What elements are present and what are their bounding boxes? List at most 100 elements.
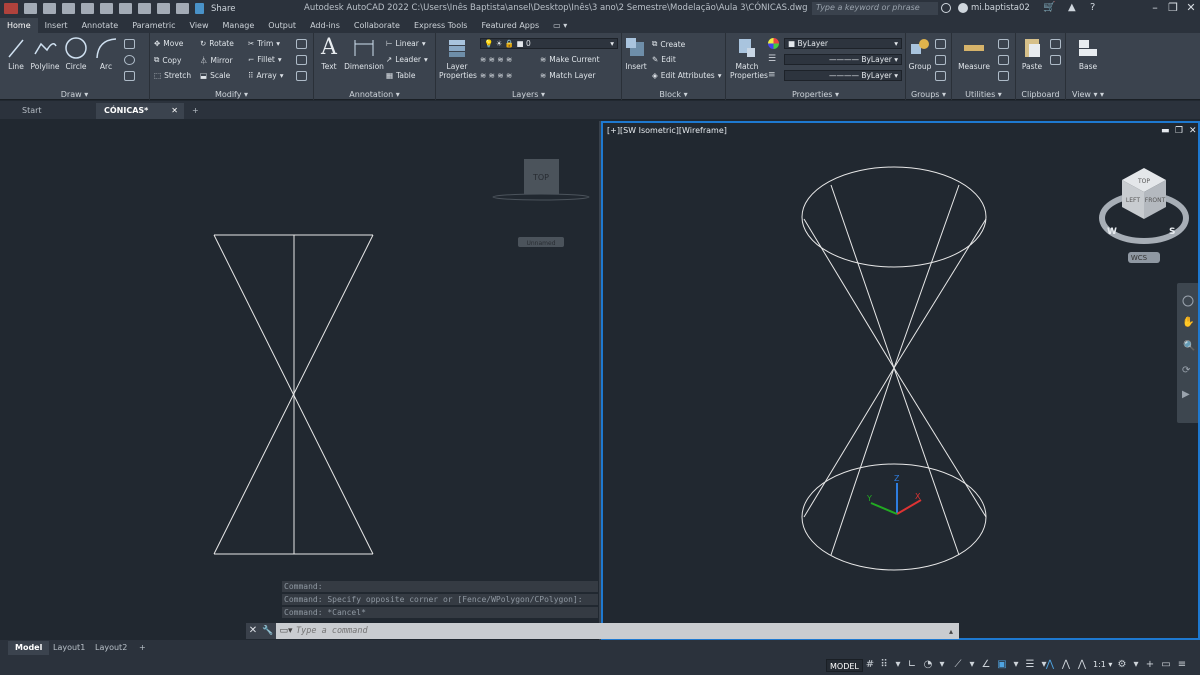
new-icon[interactable] bbox=[24, 3, 37, 14]
linetype-dropdown[interactable]: ———— ByLayer ▾ bbox=[784, 54, 902, 65]
tab-document[interactable]: CÓNICAS* ✕ bbox=[96, 103, 184, 119]
user-icon[interactable] bbox=[958, 3, 968, 13]
calculator-icon[interactable] bbox=[998, 71, 1009, 81]
viewport-top[interactable]: TOP Unnamed bbox=[0, 121, 599, 640]
tab-view[interactable]: View bbox=[183, 18, 216, 33]
layer-tools-row2[interactable]: ≋ ≋ ≋ ≋ bbox=[480, 71, 512, 80]
rectangle-icon[interactable] bbox=[124, 39, 135, 49]
panel-title-block[interactable]: Block ▾ bbox=[622, 90, 725, 99]
annotation-scale-icon[interactable]: ⋀ bbox=[1076, 659, 1088, 671]
copy-button[interactable]: ⧉ Copy bbox=[154, 55, 181, 65]
layer-properties-button[interactable]: Layer Properties bbox=[439, 36, 477, 80]
minimize-icon[interactable]: – bbox=[1148, 1, 1162, 15]
share-icon[interactable] bbox=[195, 3, 204, 14]
command-customize-icon[interactable]: 🔧 bbox=[260, 623, 276, 639]
tab-add-ins[interactable]: Add-ins bbox=[303, 18, 347, 33]
save-as-icon[interactable] bbox=[81, 3, 94, 14]
explode-icon[interactable] bbox=[296, 55, 307, 65]
polar-icon[interactable]: ◔ bbox=[922, 659, 934, 671]
search-input[interactable]: Type a keyword or phrase bbox=[812, 2, 938, 15]
table-button[interactable]: ▦ Table bbox=[386, 71, 416, 80]
scale-button[interactable]: ⬓ Scale bbox=[200, 71, 230, 80]
lineweight-dropdown[interactable]: ———— ByLayer ▾ bbox=[784, 70, 902, 81]
cart-icon[interactable]: 🛒 bbox=[1043, 3, 1055, 13]
mirror-button[interactable]: ⏃ Mirror bbox=[200, 55, 233, 66]
leader-button[interactable]: ↗ Leader ▾ bbox=[386, 55, 428, 64]
annotation-autoscale-icon[interactable]: ⋀ bbox=[1060, 659, 1072, 671]
edit-attributes-button[interactable]: ◈ Edit Attributes ▾ bbox=[652, 71, 721, 80]
color-dropdown[interactable]: ■ ByLayer ▾ bbox=[784, 38, 902, 49]
edit-block-button[interactable]: ✎ Edit bbox=[652, 55, 676, 64]
viewport-restore-icon[interactable]: ❐ bbox=[1175, 126, 1183, 136]
exchange-icon[interactable]: ▲ bbox=[1068, 3, 1078, 13]
object-snap-icon[interactable]: ▣ bbox=[996, 659, 1008, 671]
offset-icon[interactable] bbox=[296, 71, 307, 81]
tab-output[interactable]: Output bbox=[261, 18, 303, 33]
cut-icon[interactable] bbox=[1050, 39, 1061, 49]
group-edit-icon[interactable] bbox=[935, 55, 946, 65]
ribbon-toggle-icon[interactable]: ▭ ▾ bbox=[546, 18, 574, 33]
ungroup-icon[interactable] bbox=[935, 39, 946, 49]
snap-dropdown-icon[interactable]: ▾ bbox=[892, 659, 904, 671]
panel-title-properties[interactable]: Properties ▾ bbox=[726, 90, 905, 99]
line-button[interactable]: Line bbox=[5, 36, 27, 71]
measure-button[interactable]: Measure bbox=[956, 36, 992, 71]
erase-icon[interactable] bbox=[296, 39, 307, 49]
grid-icon[interactable]: # bbox=[864, 659, 876, 671]
drawing-canvas-iso[interactable]: Z X Y TOP LEFT FRONT W S WCS ✋ 🔍 ⟳ ▶ bbox=[603, 123, 1199, 638]
workspace-dropdown-icon[interactable]: ▾ bbox=[1130, 659, 1142, 671]
undo-icon[interactable] bbox=[157, 3, 170, 14]
command-close-icon[interactable]: ✕ bbox=[246, 623, 260, 639]
quick-select-icon[interactable] bbox=[998, 39, 1009, 49]
share-button[interactable]: Share bbox=[211, 4, 236, 14]
match-layer-button[interactable]: ≋ Match Layer bbox=[540, 71, 595, 80]
create-block-button[interactable]: ⧉ Create bbox=[652, 39, 685, 49]
open-web-icon[interactable] bbox=[100, 3, 113, 14]
ellipse-icon[interactable] bbox=[124, 55, 135, 65]
model-space-button[interactable]: MODEL bbox=[826, 659, 863, 672]
viewport-label[interactable]: [+][SW Isometric][Wireframe] bbox=[607, 126, 727, 135]
command-prompt-icon[interactable]: ▭▾ bbox=[276, 626, 296, 636]
stretch-button[interactable]: ⬚ Stretch bbox=[154, 71, 191, 80]
ortho-icon[interactable]: ∟ bbox=[906, 659, 918, 671]
new-tab-icon[interactable]: + bbox=[188, 103, 206, 119]
tab-collaborate[interactable]: Collaborate bbox=[347, 18, 407, 33]
tab-start[interactable]: Start bbox=[14, 103, 94, 119]
text-button[interactable]: A Text bbox=[318, 36, 340, 72]
rotate-button[interactable]: ↻ Rotate bbox=[200, 39, 234, 48]
add-layout-icon[interactable]: + bbox=[132, 641, 153, 655]
fillet-button[interactable]: ⌐ Fillet ▾ bbox=[248, 55, 282, 64]
polyline-button[interactable]: Polyline bbox=[30, 36, 60, 71]
viewport-isometric[interactable]: [+][SW Isometric][Wireframe] ▬ ❐ ✕ Z X Y bbox=[601, 121, 1200, 640]
snap-icon[interactable]: ⠿ bbox=[878, 659, 890, 671]
group-button[interactable]: Group bbox=[908, 36, 932, 71]
viewport-close-icon[interactable]: ✕ bbox=[1189, 126, 1197, 136]
tab-home[interactable]: Home bbox=[0, 18, 38, 33]
tab-parametric[interactable]: Parametric bbox=[125, 18, 182, 33]
close-icon[interactable]: ✕ bbox=[1184, 1, 1198, 15]
save-web-icon[interactable] bbox=[119, 3, 132, 14]
username[interactable]: mi.baptista02 bbox=[971, 3, 1030, 13]
insert-button[interactable]: Insert bbox=[624, 36, 648, 71]
drawing-canvas-top[interactable]: TOP Unnamed bbox=[0, 121, 599, 640]
object-snap-tracking-icon[interactable]: ∠ bbox=[980, 659, 992, 671]
array-button[interactable]: ⠿ Array ▾ bbox=[248, 71, 283, 80]
dimension-button[interactable]: Dimension bbox=[344, 36, 384, 71]
app-menu-icon[interactable] bbox=[4, 3, 18, 14]
paste-button[interactable]: Paste bbox=[1020, 36, 1044, 71]
hatch-icon[interactable] bbox=[124, 71, 135, 81]
customization-icon[interactable]: ≡ bbox=[1176, 659, 1188, 671]
object-snap-dropdown-icon[interactable]: ▾ bbox=[1010, 659, 1022, 671]
annotation-monitor-icon[interactable]: + bbox=[1144, 659, 1156, 671]
tab-layout2[interactable]: Layout2 bbox=[88, 641, 134, 655]
panel-title-draw[interactable]: Draw ▾ bbox=[0, 90, 149, 99]
group-selection-icon[interactable] bbox=[935, 71, 946, 81]
layer-tools-row1[interactable]: ≋ ≋ ≋ ≋ bbox=[480, 55, 512, 64]
panel-title-modify[interactable]: Modify ▾ bbox=[150, 90, 313, 99]
tab-annotate[interactable]: Annotate bbox=[75, 18, 126, 33]
isodraft-dropdown-icon[interactable]: ▾ bbox=[966, 659, 978, 671]
tab-express-tools[interactable]: Express Tools bbox=[407, 18, 475, 33]
panel-title-utilities[interactable]: Utilities ▾ bbox=[952, 90, 1015, 99]
redo-icon[interactable] bbox=[176, 3, 189, 14]
annotation-visibility-icon[interactable]: ⋀ bbox=[1044, 659, 1056, 671]
